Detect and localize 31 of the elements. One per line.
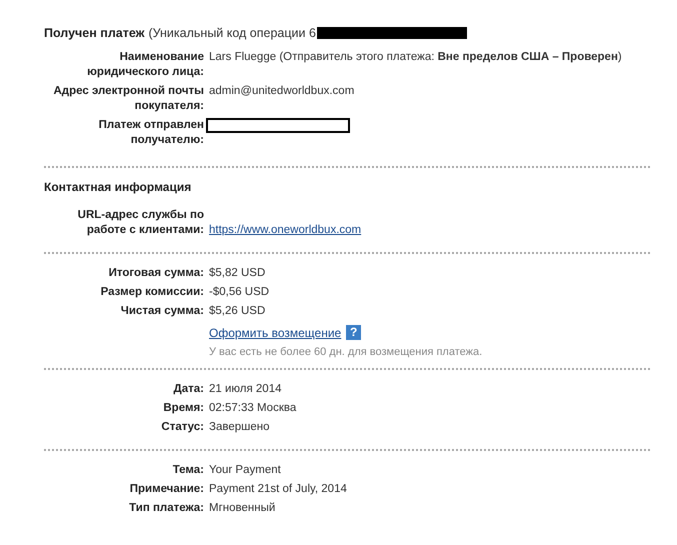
row-value: Your Payment [209, 463, 282, 478]
row-value: $5,82 USD [209, 266, 266, 281]
row-label: Чистая сумма: [120, 304, 204, 319]
operation-code: (Уникальный код операции 6 [148, 26, 316, 40]
row-value: 21 июля 2014 [209, 382, 282, 397]
row-value: $5,26 USD [209, 304, 266, 319]
service-url-link[interactable]: https://www.oneworldbux.com [209, 224, 362, 236]
row-label: URL-адрес службы по работе с клиентами: [76, 208, 204, 238]
refund-note: У вас есть не более 60 дн. для возмещения платежа. [209, 346, 484, 358]
row-label: Итоговая сумма: [108, 266, 204, 281]
row-value: Lars Fluegge (Отправитель этого платежа: Вне пределов США – Проверен) [209, 50, 623, 65]
row-label: Примечание: [128, 482, 204, 497]
row-value: -$0,56 USD [209, 285, 270, 300]
row-value: admin@unitedworldbux.com [209, 84, 356, 99]
row-label: Дата: [172, 382, 204, 397]
header-title: Получен платеж [44, 26, 144, 40]
row-label: Время: [162, 401, 204, 416]
row-label: Наименование юридического лица: [86, 50, 204, 80]
row-label: Статус: [160, 420, 204, 435]
row-label: Адрес электронной почты покупателя: [52, 84, 204, 114]
row-label: Размер комиссии: [100, 285, 204, 300]
row-value: Завершено [209, 420, 270, 435]
section-title: Контактная информация [44, 180, 192, 194]
refund-link[interactable]: Оформить возмещение [209, 326, 342, 340]
row-value: 02:57:33 Москва [209, 401, 298, 416]
row-value: Payment 21st of July, 2014 [209, 482, 348, 497]
row-label: Платеж отправлен получателю: [98, 118, 204, 148]
row-label: Тема: [172, 463, 204, 478]
row-label: Тип платежа: [128, 501, 204, 516]
help-button[interactable]: ? [346, 325, 362, 340]
row-value: Мгновенный [209, 501, 276, 516]
